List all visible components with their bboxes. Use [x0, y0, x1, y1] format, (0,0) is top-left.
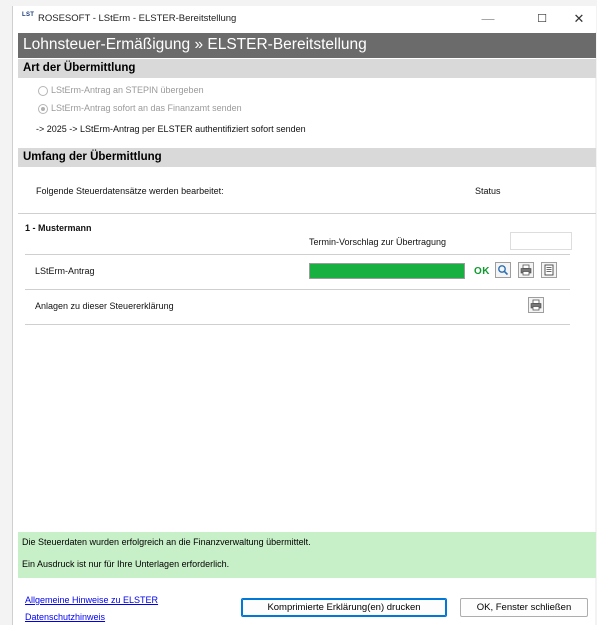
print-button-attachments[interactable]	[528, 297, 544, 313]
preview-button[interactable]	[495, 262, 511, 278]
ok-close-button[interactable]: OK, Fenster schließen	[460, 598, 588, 617]
document-icon	[544, 264, 554, 276]
status-header: Status	[475, 186, 501, 196]
privacy-link[interactable]: Datenschutzhinweis	[25, 612, 105, 622]
print-button-lsterm[interactable]	[518, 262, 534, 278]
record-label-attachments: Anlagen zu dieser Steuererklärung	[35, 301, 174, 311]
elster-info-link[interactable]: Allgemeine Hinweise zu ELSTER	[25, 595, 158, 605]
print-icon	[530, 299, 542, 311]
page-header: Lohnsteuer-Ermäßigung » ELSTER-Bereitste…	[18, 33, 596, 58]
termin-input[interactable]	[510, 232, 572, 250]
section-title-scope: Umfang der Übermittlung	[23, 151, 162, 163]
app-window: LST ROSESOFT - LStErm - ELSTER-Bereitste…	[12, 6, 596, 625]
title-bar: LST ROSESOFT - LStErm - ELSTER-Bereitste…	[13, 6, 596, 32]
window-title: ROSESOFT - LStErm - ELSTER-Bereitstellun…	[38, 13, 237, 24]
transmission-progress-bar	[309, 263, 465, 279]
person-name: 1 - Mustermann	[25, 223, 92, 233]
radio-stepin-icon[interactable]	[38, 86, 48, 96]
record-label-lsterm: LStErm-Antrag	[35, 266, 95, 276]
progress-fill	[310, 264, 464, 278]
print-hint: Ein Ausdruck ist nur für Ihre Unterlagen…	[22, 559, 230, 569]
page-title: Lohnsteuer-Ermäßigung » ELSTER-Bereitste…	[23, 36, 367, 53]
transmission-info: -> 2025 -> LStErm-Antrag per ELSTER auth…	[36, 124, 306, 134]
success-message-panel: Die Steuerdaten wurden erfolgreich an di…	[18, 532, 596, 578]
app-logo-icon: LST	[22, 12, 35, 18]
maximize-button[interactable]: ☐	[520, 8, 564, 30]
section-header-scope: Umfang der Übermittlung	[18, 148, 596, 167]
section-title-transmission: Art der Übermittlung	[23, 62, 136, 74]
close-window-button[interactable]: ✕	[562, 8, 596, 30]
minimize-button[interactable]: —	[466, 8, 510, 30]
radio-label-stepin: LStErm-Antrag an STEPIN übergeben	[51, 85, 204, 95]
records-intro: Folgende Steuerdatensätze werden bearbei…	[36, 186, 224, 196]
radio-finanzamt-icon[interactable]	[38, 104, 48, 114]
document-button[interactable]	[541, 262, 557, 278]
preview-icon	[498, 265, 509, 276]
radio-label-finanzamt: LStErm-Antrag sofort an das Finanzamt se…	[51, 103, 242, 113]
success-message: Die Steuerdaten wurden erfolgreich an di…	[22, 537, 311, 547]
print-icon	[520, 264, 532, 276]
termin-label: Termin-Vorschlag zur Übertragung	[309, 237, 447, 247]
print-compressed-button[interactable]: Komprimierte Erklärung(en) drucken	[241, 598, 447, 617]
divider	[18, 213, 596, 214]
section-header-transmission: Art der Übermittlung	[18, 59, 596, 78]
status-ok-label: OK	[474, 266, 490, 277]
